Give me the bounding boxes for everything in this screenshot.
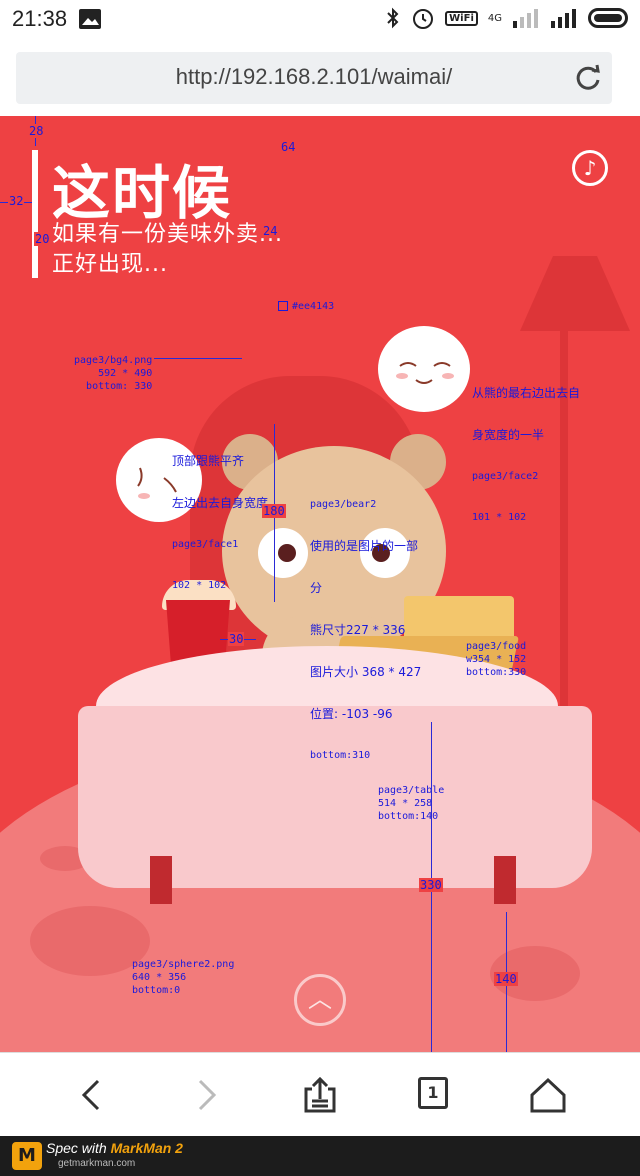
annotation-text: 熊尺寸227 * 336 <box>310 623 406 637</box>
webpage-viewport: 这时候 如果有一份美味外卖... 正好出现... ♪ ︿ 28 64 32 24… <box>0 116 640 1052</box>
subtitle-line: 如果有一份美味外卖... <box>52 222 283 247</box>
annotation-text: bottom:330 <box>466 667 527 678</box>
annotation-text: 514 * 258 <box>378 798 433 809</box>
markman-logo: M <box>12 1142 42 1170</box>
annotation-text: page3/face2 <box>472 471 539 482</box>
annotation-text: page3/sphere2.png <box>132 959 235 970</box>
color-swatch <box>278 301 288 311</box>
dimension-label: 28 <box>28 124 45 138</box>
status-icons: WiFi 4G <box>385 6 628 30</box>
dimension-label: 64 <box>280 140 297 154</box>
dimension-label: 20 <box>34 232 51 246</box>
annotation-text: 从熊的最右边出去自 <box>472 386 581 400</box>
back-icon[interactable] <box>72 1075 112 1115</box>
annotation-text: 101 * 102 <box>472 512 527 523</box>
annotation-food: page3/food w354 * 152 bottom:330 <box>466 640 526 679</box>
bluetooth-icon <box>387 7 399 29</box>
url-text[interactable]: http://192.168.2.101/waimai/ <box>16 64 612 90</box>
battery-icon <box>588 8 628 28</box>
browser-bottom-nav: 1 <box>0 1052 640 1136</box>
subtitle-line: 正好出现... <box>52 252 168 277</box>
annotation-text: w354 * 152 <box>466 654 527 665</box>
dimension-label: 24 <box>262 224 279 238</box>
url-field[interactable]: http://192.168.2.101/waimai/ <box>16 52 612 104</box>
annotation-text: 位置: -103 -96 <box>310 707 393 721</box>
annotation-text: 分 <box>310 581 323 595</box>
footer-brand-name: MarkMan 2 <box>110 1140 183 1156</box>
status-bar: 21:38 WiFi 4G <box>0 0 640 40</box>
annotation-face2: 从熊的最右边出去自 身宽度的一半 page3/face2 101 * 102 <box>472 358 580 552</box>
annotation-text: page3/face1 <box>172 539 239 550</box>
dimension-label: 330 <box>419 878 443 892</box>
annotation-text: bottom:140 <box>378 811 439 822</box>
markman-brand: Spec with MarkMan 2 <box>46 1140 183 1156</box>
dimension-label: 140 <box>494 972 518 986</box>
browser-url-bar: http://192.168.2.101/waimai/ <box>0 40 640 116</box>
dimension-label: 30 <box>228 632 245 646</box>
annotation-text: 使用的是图片的一部 <box>310 539 419 553</box>
annotation-text: 左边出去自身宽度 <box>172 496 269 510</box>
annotation-line <box>154 358 242 359</box>
table-leg <box>494 856 516 904</box>
title-accent-bar <box>32 150 38 278</box>
dimension-label: 180 <box>262 504 286 518</box>
face2-drawing <box>396 362 454 384</box>
annotation-face1: 顶部跟熊平齐 左边出去自身宽度 page3/face1 102 * 102 <box>172 426 268 620</box>
annotation-text: 592 * 490 <box>98 368 153 379</box>
refresh-icon[interactable] <box>572 62 604 94</box>
annotation-table: page3/table 514 * 258 bottom:140 <box>378 784 444 823</box>
signal-icon <box>513 9 538 28</box>
color-label: #ee4143 <box>292 301 335 312</box>
tabs-icon[interactable]: 1 <box>418 1077 448 1109</box>
lamp-shade <box>520 256 630 331</box>
annotation-text: 身宽度的一半 <box>472 428 545 442</box>
annotation-text: 640 * 356 <box>132 972 187 983</box>
annotation-text: 102 * 102 <box>172 580 227 591</box>
footer-text: Spec with <box>46 1140 107 1156</box>
table-leg <box>150 856 172 904</box>
page-subtitle: 如果有一份美味外卖... 正好出现... <box>52 220 283 280</box>
home-icon[interactable] <box>528 1075 568 1115</box>
annotation-bg4: page3/bg4.png 592 * 490 bottom: 330 <box>74 354 152 393</box>
annotation-text: page3/table <box>378 785 445 796</box>
share-icon[interactable] <box>300 1075 340 1115</box>
annotation-text: page3/bear2 <box>310 499 377 510</box>
page-title: 这时候 <box>52 159 233 227</box>
markman-footer: M Spec with MarkMan 2 getmarkman.com <box>0 1136 640 1176</box>
network-type: 4G <box>487 12 502 24</box>
face2-bubble <box>378 326 470 412</box>
annotation-text: 图片大小 368 * 427 <box>310 665 422 679</box>
dimension-label: 32 <box>8 194 25 208</box>
annotation-text: bottom:0 <box>132 985 181 996</box>
image-notification-icon <box>79 9 101 29</box>
chevron-up-icon[interactable]: ︿ <box>294 974 346 1026</box>
forward-icon[interactable] <box>186 1075 226 1115</box>
bear-pupil <box>278 544 296 562</box>
annotation-text: page3/food <box>466 641 527 652</box>
status-time: 21:38 <box>12 6 68 31</box>
music-note-icon[interactable]: ♪ <box>572 150 608 186</box>
annotation-text: page3/bg4.png <box>74 355 153 366</box>
annotation-bear: page3/bear2 使用的是图片的一部 分 熊尺寸227 * 336 图片大… <box>310 470 421 790</box>
markman-site: getmarkman.com <box>58 1158 136 1169</box>
annotation-text: bottom: 330 <box>86 381 153 392</box>
wifi-icon: WiFi <box>445 10 478 26</box>
annotation-sphere: page3/sphere2.png 640 * 356 bottom:0 <box>132 958 234 997</box>
alarm-icon <box>413 9 434 29</box>
annotation-text: bottom:310 <box>310 750 371 761</box>
signal-icon <box>551 9 576 28</box>
annotation-text: 顶部跟熊平齐 <box>172 454 245 468</box>
